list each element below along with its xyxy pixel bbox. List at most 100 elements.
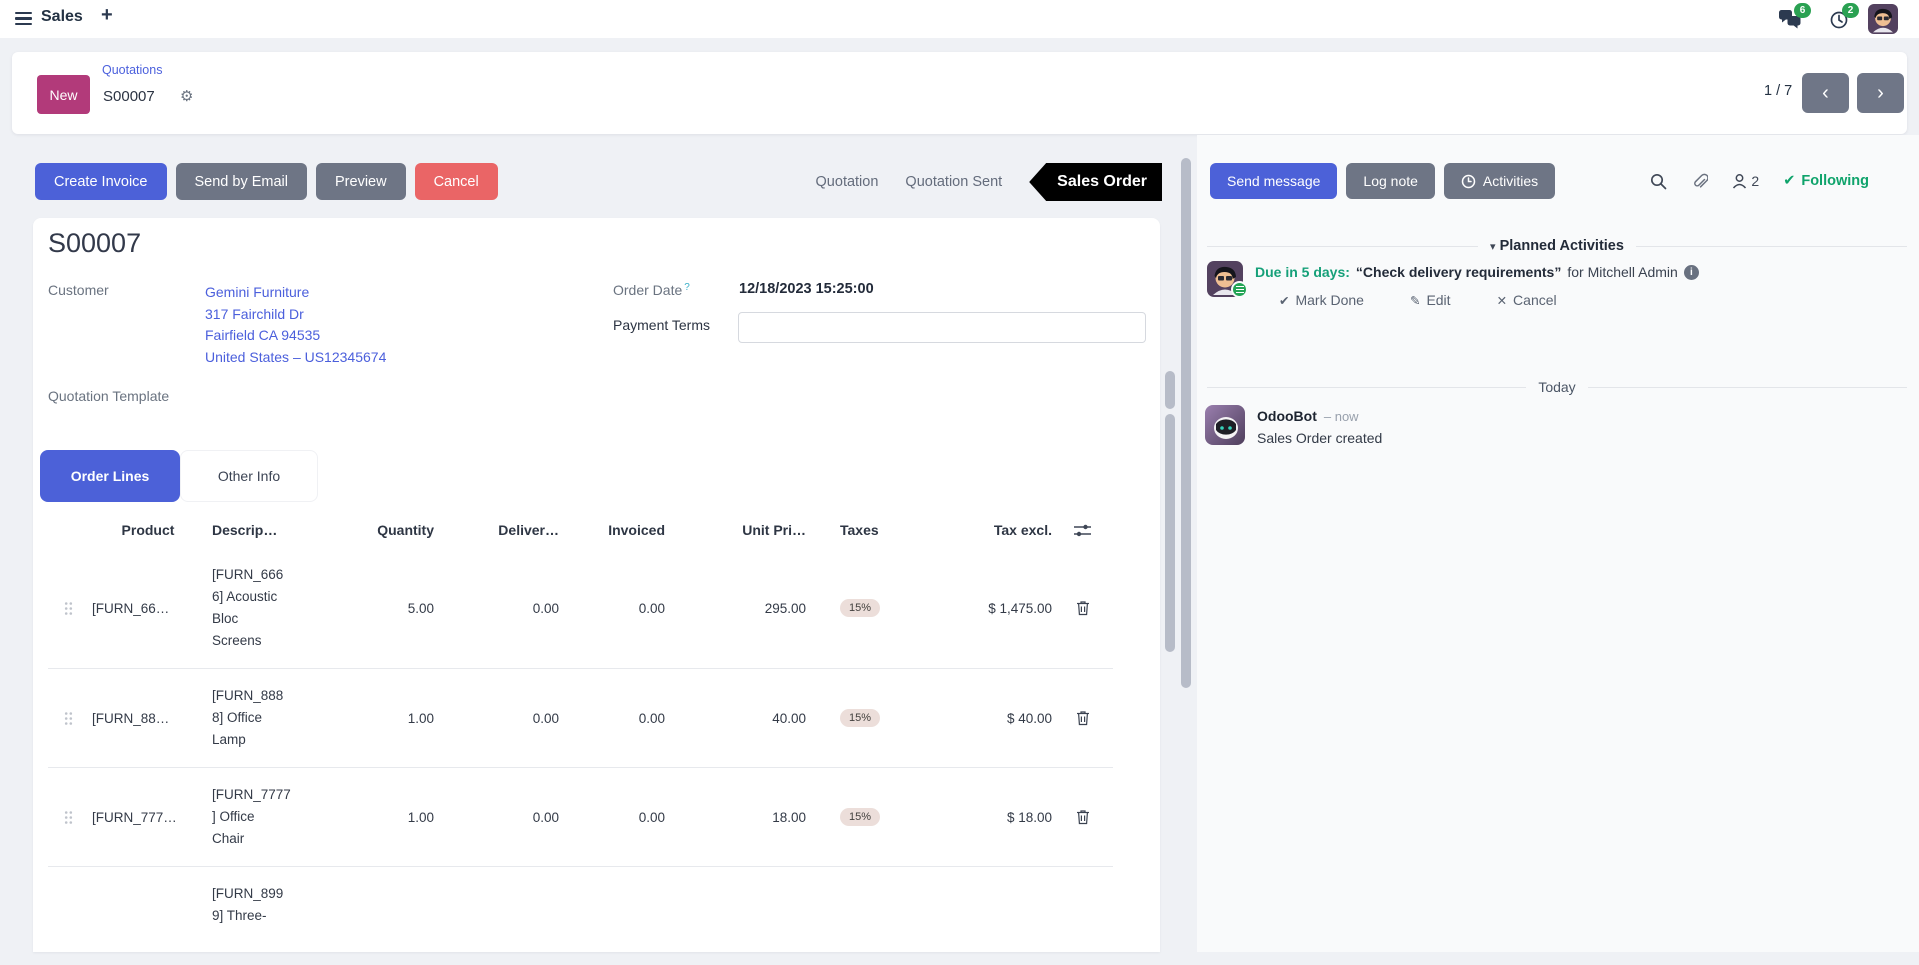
drag-handle-icon[interactable] bbox=[48, 601, 88, 616]
col-quantity[interactable]: Quantity bbox=[313, 522, 434, 538]
send-by-email-button[interactable]: Send by Email bbox=[175, 163, 307, 200]
breadcrumb-current: S00007 bbox=[103, 88, 155, 105]
info-icon[interactable]: i bbox=[1683, 264, 1699, 280]
cell-description[interactable]: [FURN_666 6] Acoustic Bloc Screens bbox=[208, 564, 313, 652]
plus-icon[interactable]: + bbox=[101, 4, 113, 27]
app-name[interactable]: Sales bbox=[41, 8, 83, 26]
activity-title: “Check delivery requirements” bbox=[1355, 264, 1562, 280]
send-message-button[interactable]: Send message bbox=[1210, 163, 1338, 199]
cell-unit-price[interactable]: 295.00 bbox=[665, 601, 806, 616]
customer-country-link[interactable]: United States – US12345674 bbox=[205, 347, 386, 369]
message-author[interactable]: OdooBot bbox=[1257, 408, 1317, 424]
statusbar-buttons: Create Invoice Send by Email Preview Can… bbox=[35, 163, 498, 200]
activities-button[interactable]: Activities bbox=[1443, 163, 1556, 199]
tax-badge[interactable]: 15% bbox=[840, 599, 881, 617]
search-icon[interactable] bbox=[1650, 173, 1667, 190]
stage-sales-order-active[interactable]: Sales Order bbox=[1029, 163, 1162, 201]
paperclip-icon[interactable] bbox=[1691, 172, 1709, 190]
cell-invoiced[interactable]: 0.00 bbox=[559, 601, 665, 616]
gear-icon[interactable]: ⚙ bbox=[180, 87, 193, 105]
page-scrollbar[interactable] bbox=[1181, 158, 1191, 688]
cell-unit-price[interactable]: 18.00 bbox=[665, 810, 806, 825]
tab-other-info[interactable]: Other Info bbox=[180, 450, 318, 502]
payment-terms-input[interactable] bbox=[738, 312, 1146, 343]
cancel-button[interactable]: Cancel bbox=[414, 163, 498, 200]
cell-quantity[interactable]: 5.00 bbox=[313, 601, 434, 616]
cell-unit-price[interactable]: 40.00 bbox=[665, 711, 806, 726]
pager-previous-button[interactable]: ‹ bbox=[1802, 73, 1849, 113]
pager-count: 1 / 7 bbox=[1764, 83, 1793, 99]
tax-badge[interactable]: 15% bbox=[840, 709, 881, 727]
cell-tax-excl: $ 40.00 bbox=[1006, 710, 1052, 726]
mark-done-button[interactable]: ✔ Mark Done bbox=[1279, 292, 1364, 308]
pager-next-button[interactable]: › bbox=[1857, 73, 1904, 113]
cell-quantity[interactable]: 1.00 bbox=[313, 711, 434, 726]
order-line-row[interactable]: [FURN_88… [FURN_888 8] Office Lamp 1.00 … bbox=[48, 669, 1113, 768]
edit-activity-button[interactable]: ✎ Edit bbox=[1410, 292, 1451, 308]
customer-street-link[interactable]: 317 Fairchild Dr bbox=[205, 304, 386, 326]
col-product[interactable]: Product bbox=[88, 522, 208, 538]
cell-product[interactable]: [FURN_66… bbox=[88, 601, 208, 616]
stage-quotation[interactable]: Quotation bbox=[816, 174, 879, 190]
stage-quotation-sent[interactable]: Quotation Sent bbox=[905, 174, 1002, 190]
following-button[interactable]: ✔ Following bbox=[1783, 173, 1869, 189]
order-line-row[interactable]: [FURN_899 9] Three- bbox=[48, 867, 1113, 943]
col-unit-price[interactable]: Unit Pri… bbox=[665, 522, 806, 538]
col-tax-excl[interactable]: Tax excl. bbox=[926, 522, 1052, 538]
planned-activities-toggle[interactable]: ▾ Planned Activities bbox=[1490, 238, 1624, 254]
cell-product[interactable]: [FURN_777… bbox=[88, 810, 208, 825]
cell-delivered[interactable]: 0.00 bbox=[434, 810, 559, 825]
cell-invoiced[interactable]: 0.00 bbox=[559, 810, 665, 825]
column-settings-icon[interactable] bbox=[1052, 523, 1113, 538]
delete-row-icon[interactable] bbox=[1052, 710, 1113, 726]
followers-icon bbox=[1732, 173, 1747, 189]
user-avatar[interactable] bbox=[1868, 4, 1898, 34]
sheet-scrollbar-lower[interactable] bbox=[1165, 414, 1175, 652]
cell-description[interactable]: [FURN_7777 ] Office Chair bbox=[208, 784, 313, 850]
preview-button[interactable]: Preview bbox=[316, 163, 406, 200]
col-description[interactable]: Descrip… bbox=[208, 522, 313, 538]
chatter-panel: Send message Log note Activities 2 ✔ Fol… bbox=[1197, 135, 1919, 952]
delete-row-icon[interactable] bbox=[1052, 600, 1113, 616]
new-button[interactable]: New bbox=[37, 75, 90, 114]
chatter-toolbar: 2 ✔ Following bbox=[1650, 163, 1869, 199]
col-invoiced[interactable]: Invoiced bbox=[559, 522, 665, 538]
cell-description[interactable]: [FURN_899 9] Three- bbox=[208, 883, 313, 927]
order-line-row[interactable]: [FURN_777… [FURN_7777 ] Office Chair 1.0… bbox=[48, 768, 1113, 867]
customer-city-link[interactable]: Fairfield CA 94535 bbox=[205, 325, 386, 347]
check-icon: ✔ bbox=[1279, 294, 1290, 308]
cell-product[interactable]: [FURN_88… bbox=[88, 711, 208, 726]
cell-quantity[interactable]: 1.00 bbox=[313, 810, 434, 825]
followers-button[interactable]: 2 bbox=[1732, 173, 1759, 189]
drag-handle-icon[interactable] bbox=[48, 810, 88, 825]
create-invoice-button[interactable]: Create Invoice bbox=[35, 163, 167, 200]
customer-name-link[interactable]: Gemini Furniture bbox=[205, 282, 386, 304]
cell-delivered[interactable]: 0.00 bbox=[434, 711, 559, 726]
cancel-activity-button[interactable]: ✕ Cancel bbox=[1497, 292, 1557, 308]
messages-count-badge: 6 bbox=[1794, 3, 1811, 18]
order-lines-table: Product Descrip… Quantity Deliver… Invoi… bbox=[48, 516, 1113, 943]
col-delivered[interactable]: Deliver… bbox=[434, 522, 559, 538]
top-navbar: Sales + 6 2 bbox=[0, 0, 1919, 38]
odoobot-avatar bbox=[1205, 405, 1245, 445]
tab-order-lines[interactable]: Order Lines bbox=[40, 450, 180, 502]
col-taxes[interactable]: Taxes bbox=[806, 522, 926, 538]
order-date-value[interactable]: 12/18/2023 15:25:00 bbox=[739, 281, 874, 297]
activities-count-badge: 2 bbox=[1842, 3, 1859, 18]
apps-menu-icon[interactable] bbox=[15, 12, 32, 25]
log-note-button[interactable]: Log note bbox=[1346, 163, 1435, 199]
tax-badge[interactable]: 15% bbox=[840, 808, 881, 826]
delete-row-icon[interactable] bbox=[1052, 809, 1113, 825]
followers-count: 2 bbox=[1751, 173, 1760, 189]
cell-invoiced[interactable]: 0.00 bbox=[559, 711, 665, 726]
cell-description[interactable]: [FURN_888 8] Office Lamp bbox=[208, 685, 313, 751]
order-line-row[interactable]: [FURN_66… [FURN_666 6] Acoustic Bloc Scr… bbox=[48, 548, 1113, 669]
customer-label: Customer bbox=[48, 282, 109, 298]
sheet-scrollbar-upper[interactable] bbox=[1165, 371, 1175, 409]
cell-delivered[interactable]: 0.00 bbox=[434, 601, 559, 616]
activity-due: Due in 5 days: bbox=[1255, 264, 1350, 280]
drag-handle-icon[interactable] bbox=[48, 711, 88, 726]
customer-value: Gemini Furniture 317 Fairchild Dr Fairfi… bbox=[205, 282, 386, 368]
breadcrumb-parent-link[interactable]: Quotations bbox=[102, 63, 162, 77]
message-body: Sales Order created bbox=[1257, 430, 1383, 446]
